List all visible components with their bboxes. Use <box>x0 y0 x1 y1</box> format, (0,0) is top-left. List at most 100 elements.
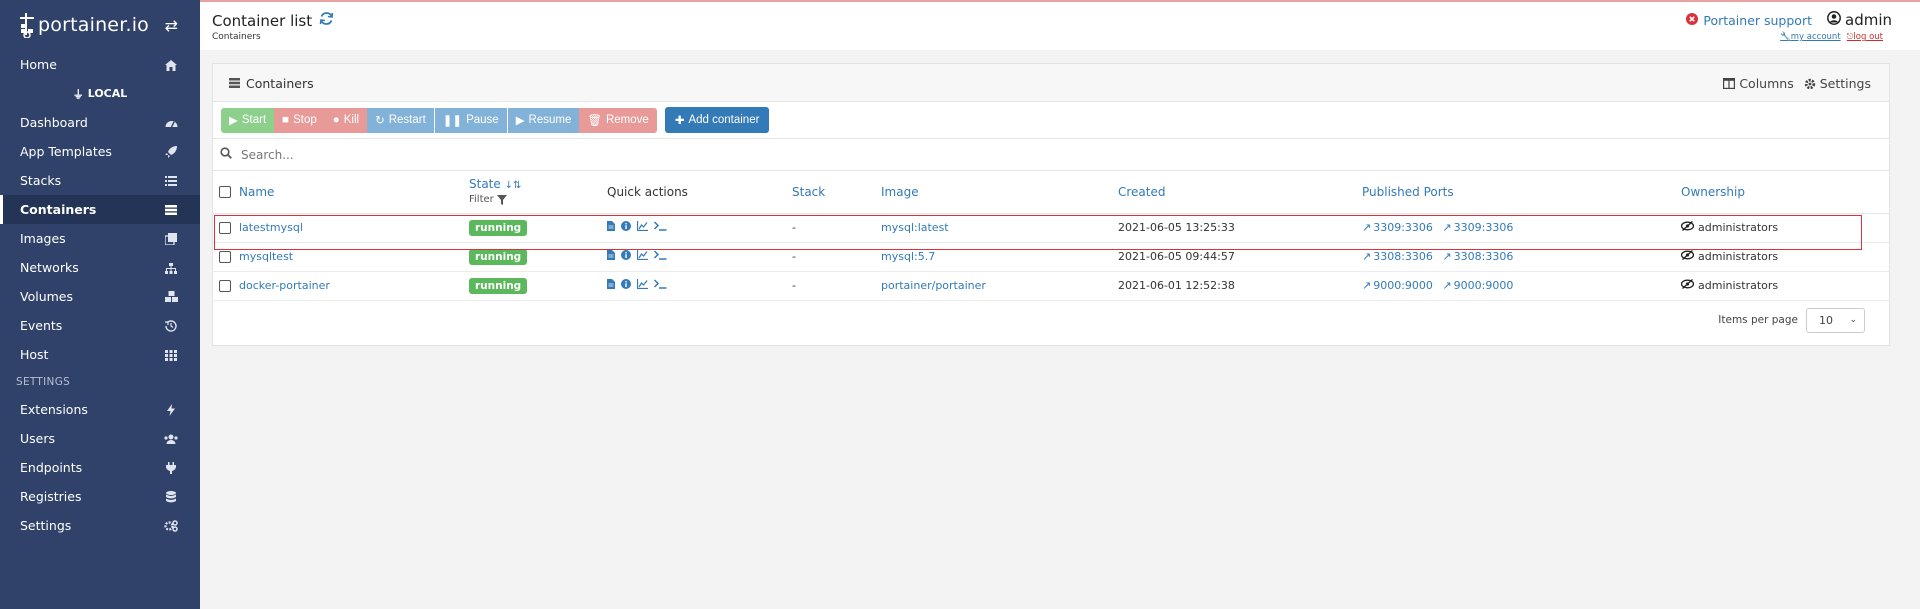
logout-link[interactable]: ⎋log out <box>1847 32 1883 42</box>
published-port-link[interactable]: ↗ 3308:3306 <box>1442 250 1513 263</box>
sidebar-item-endpoints[interactable]: Endpoints <box>0 453 200 482</box>
row-checkbox[interactable] <box>219 222 231 234</box>
port-label: 3308:3306 <box>1373 250 1433 263</box>
sidebar-item-containers[interactable]: Containers <box>0 195 200 224</box>
published-port-link[interactable]: ↗ 9000:9000 <box>1442 279 1513 292</box>
sidebar-item-app-templates[interactable]: App Templates <box>0 137 200 166</box>
add-container-button[interactable]: ✚ Add container <box>664 107 770 133</box>
sidebar-item-volumes[interactable]: Volumes <box>0 282 200 311</box>
sidebar-item-host[interactable]: Host <box>0 340 200 369</box>
items-per-page-value: 10 <box>1819 313 1833 327</box>
logs-icon[interactable] <box>607 279 615 292</box>
stats-icon[interactable] <box>636 279 648 292</box>
select-all-checkbox[interactable] <box>219 186 231 199</box>
logs-icon[interactable] <box>607 221 615 234</box>
image-link[interactable]: mysql:5.7 <box>881 250 935 263</box>
kill-label: Kill <box>343 114 360 126</box>
published-port-link[interactable]: ↗ 3308:3306 <box>1362 250 1433 263</box>
inspect-icon[interactable] <box>621 221 631 234</box>
column-header-created[interactable]: Created <box>1118 171 1362 213</box>
column-header-ports[interactable]: Published Ports <box>1362 171 1681 213</box>
column-header-image[interactable]: Image <box>881 171 1118 213</box>
column-header-ownership[interactable]: Ownership <box>1681 171 1889 213</box>
page-header: Container list Containers Portainer supp… <box>200 2 1920 50</box>
state-header-label: State <box>469 176 501 191</box>
container-name-link[interactable]: mysqltest <box>239 250 293 263</box>
sidebar-item-stacks[interactable]: Stacks <box>0 166 200 195</box>
brand[interactable]: portainer.io ⇄ <box>0 0 200 50</box>
row-checkbox[interactable] <box>219 280 231 292</box>
remove-button[interactable]: 🗑 Remove <box>579 107 657 133</box>
image-link[interactable]: mysql:latest <box>881 221 949 234</box>
sidebar-item-events[interactable]: Events <box>0 311 200 340</box>
stats-icon[interactable] <box>636 250 648 263</box>
search-input[interactable] <box>241 147 641 162</box>
stats-icon[interactable] <box>636 221 648 234</box>
add-container-label: Add container <box>688 114 760 126</box>
stop-button[interactable]: ■ Stop <box>274 107 325 133</box>
clone-icon <box>164 232 178 246</box>
state-sort[interactable]: State ↓⇅ <box>469 177 521 191</box>
created-cell: 2021-06-01 12:52:38 <box>1118 279 1235 292</box>
console-icon[interactable] <box>653 221 667 234</box>
sidebar-item-label: Volumes <box>20 289 74 304</box>
sidebar-item-settings[interactable]: Settings <box>0 511 200 540</box>
items-per-page-select[interactable]: 10 ⌄ <box>1806 307 1865 333</box>
panel-title-text: Containers <box>246 76 314 91</box>
columns-button[interactable]: Columns <box>1723 76 1794 91</box>
portainer-logo-icon <box>20 13 34 38</box>
inspect-icon[interactable] <box>621 250 631 263</box>
user-name: admin <box>1845 11 1892 29</box>
pause-button[interactable]: ❚❚ Pause <box>434 107 507 133</box>
kill-button[interactable]: ● Kill <box>324 107 368 133</box>
resume-button[interactable]: ▶ Resume <box>507 107 580 133</box>
table-row: docker-portainer running - portainer/por… <box>213 271 1889 300</box>
restart-button[interactable]: ↻ Restart <box>367 107 434 133</box>
columns-icon <box>1723 78 1736 89</box>
image-link[interactable]: portainer/portainer <box>881 279 986 292</box>
inspect-icon[interactable] <box>621 279 631 292</box>
my-account-link[interactable]: 🔧my account <box>1780 32 1840 42</box>
ownership-cell: administrators <box>1680 250 1889 263</box>
ownership-label: administrators <box>1698 250 1779 263</box>
published-port-link[interactable]: ↗ 3309:3306 <box>1442 221 1513 234</box>
sidebar-item-images[interactable]: Images <box>0 224 200 253</box>
support-link[interactable]: Portainer support <box>1686 13 1812 28</box>
sidebar-item-dashboard[interactable]: Dashboard <box>0 108 200 137</box>
row-checkbox[interactable] <box>219 251 231 263</box>
start-button[interactable]: ▶ Start <box>221 107 275 133</box>
settings-button[interactable]: Settings <box>1804 76 1871 91</box>
swap-endpoint-icon[interactable]: ⇄ <box>165 16 178 35</box>
published-port-link[interactable]: ↗ 9000:9000 <box>1362 279 1433 292</box>
port-label: 3308:3306 <box>1453 250 1514 263</box>
table-row: latestmysql running - mysql:latest 2021-… <box>213 213 1889 242</box>
sidebar-item-users[interactable]: Users <box>0 424 200 453</box>
status-badge: running <box>469 248 528 265</box>
published-port-link[interactable]: ↗ 3309:3306 <box>1362 221 1433 234</box>
container-name-link[interactable]: latestmysql <box>239 221 303 234</box>
sidebar-item-label: Dashboard <box>20 115 88 130</box>
sidebar-item-label: Users <box>20 431 56 446</box>
state-filter[interactable]: Filter <box>469 193 607 207</box>
ownership-cell: administrators <box>1680 279 1889 292</box>
sidebar-item-home[interactable]: Home <box>0 50 200 79</box>
container-name-link[interactable]: docker-portainer <box>239 279 330 292</box>
brand-name: portainer.io <box>38 14 150 36</box>
eye-slash-icon <box>1680 250 1695 263</box>
console-icon[interactable] <box>653 279 667 292</box>
th-icon <box>164 348 178 362</box>
tachometer-icon <box>164 116 178 130</box>
column-header-name[interactable]: Name <box>239 171 469 213</box>
sidebar-item-networks[interactable]: Networks <box>0 253 200 282</box>
plug-icon: ⏚ <box>72 87 84 101</box>
bomb-icon: ● <box>332 114 340 126</box>
console-icon[interactable] <box>653 250 667 263</box>
sidebar-item-registries[interactable]: Registries <box>0 482 200 511</box>
column-header-stack[interactable]: Stack <box>792 171 881 213</box>
list-icon <box>164 174 178 188</box>
sidebar-item-extensions[interactable]: Extensions <box>0 395 200 424</box>
port-label: 9000:9000 <box>1453 279 1514 292</box>
sidebar-item-label: Networks <box>20 260 79 275</box>
logs-icon[interactable] <box>607 250 615 263</box>
refresh-icon[interactable] <box>319 11 334 30</box>
